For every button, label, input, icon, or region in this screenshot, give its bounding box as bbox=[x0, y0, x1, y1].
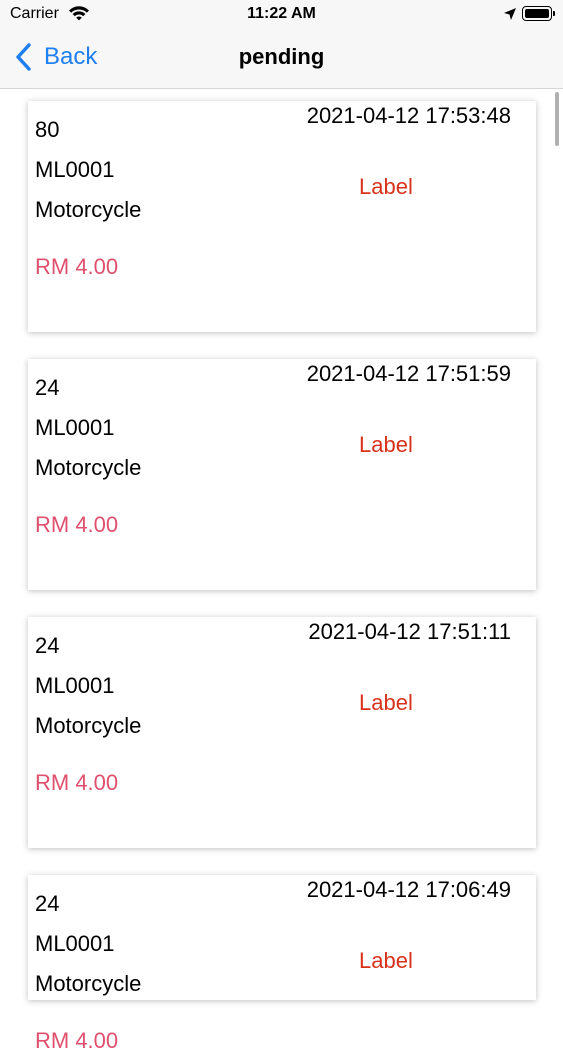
order-card[interactable]: 24 ML0001 Motorcycle RM 4.00 2021-04-12 … bbox=[28, 875, 536, 1053]
order-price: RM 4.00 bbox=[35, 770, 119, 795]
order-number: 24 bbox=[35, 375, 60, 400]
order-datetime: 2021-04-12 17:53:48 bbox=[306, 103, 511, 128]
status-label: Label bbox=[359, 690, 413, 715]
page-title: pending bbox=[238, 44, 325, 69]
order-number: 24 bbox=[35, 891, 60, 916]
status-label: Label bbox=[359, 432, 413, 457]
order-price: RM 4.00 bbox=[35, 254, 119, 279]
order-code: ML0001 bbox=[35, 673, 115, 698]
clock-time: 11:22 AM bbox=[247, 5, 316, 22]
navigation-bar: Back pending bbox=[0, 30, 563, 89]
order-number: 80 bbox=[35, 117, 60, 142]
order-datetime: 2021-04-12 17:06:49 bbox=[306, 877, 511, 902]
order-datetime: 2021-04-12 17:51:11 bbox=[308, 619, 511, 644]
location-arrow-icon bbox=[503, 7, 517, 26]
status-label: Label bbox=[359, 174, 413, 199]
vehicle-type: Motorcycle bbox=[35, 197, 142, 222]
order-price: RM 4.00 bbox=[35, 1028, 119, 1053]
order-code: ML0001 bbox=[35, 157, 115, 182]
order-card[interactable]: 24 ML0001 Motorcycle RM 4.00 2021-04-12 … bbox=[28, 359, 536, 590]
order-datetime: 2021-04-12 17:51:59 bbox=[306, 361, 511, 386]
vehicle-type: Motorcycle bbox=[35, 713, 142, 738]
battery-icon bbox=[522, 6, 555, 21]
order-number: 24 bbox=[35, 633, 60, 658]
scroll-indicator[interactable] bbox=[555, 92, 559, 146]
order-card[interactable]: 24 ML0001 Motorcycle RM 4.00 2021-04-12 … bbox=[28, 617, 536, 848]
order-card[interactable]: 80 ML0001 Motorcycle RM 4.00 2021-04-12 … bbox=[28, 101, 536, 332]
vehicle-type: Motorcycle bbox=[35, 455, 142, 480]
order-code: ML0001 bbox=[35, 415, 115, 440]
vehicle-type: Motorcycle bbox=[35, 971, 142, 996]
status-label: Label bbox=[359, 948, 413, 973]
status-bar: Carrier 11:22 AM bbox=[0, 0, 563, 30]
order-code: ML0001 bbox=[35, 931, 115, 956]
order-price: RM 4.00 bbox=[35, 512, 119, 537]
